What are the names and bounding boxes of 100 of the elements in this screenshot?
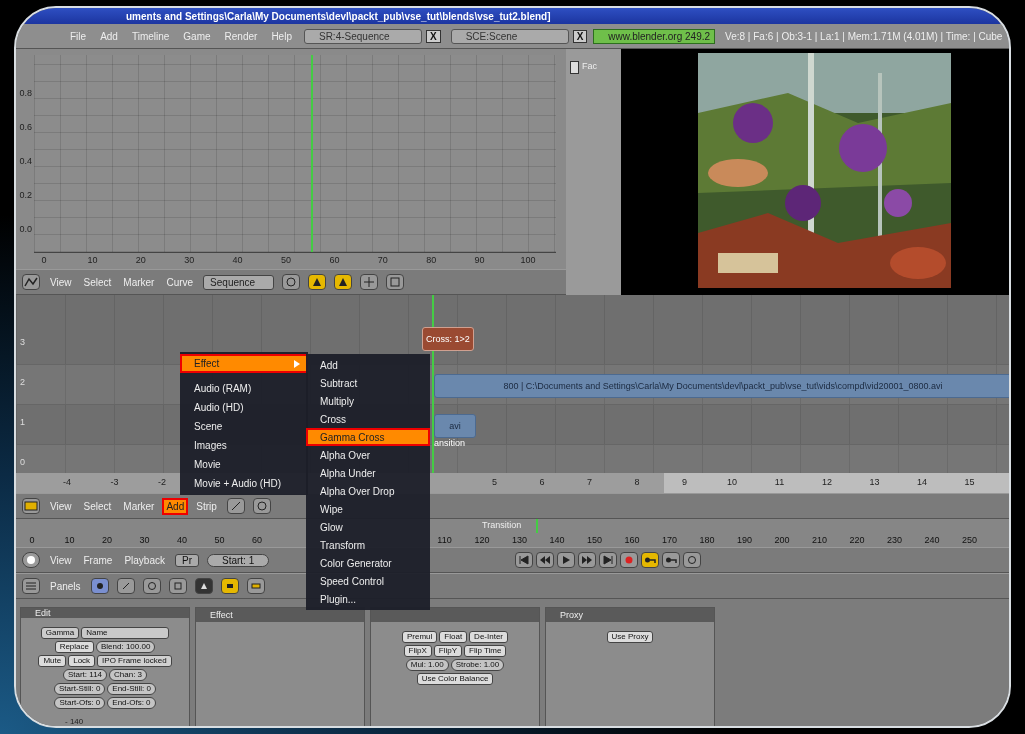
panel-button[interactable]: Lock [68, 655, 96, 667]
object-icon[interactable] [168, 578, 187, 594]
menu-item[interactable]: View [48, 499, 74, 513]
editor-type-icon[interactable] [22, 274, 40, 290]
editor-type-icon[interactable] [22, 498, 40, 514]
number-field[interactable]: Start: 114 [62, 669, 108, 681]
axis-tick-label: 70 [377, 255, 388, 265]
menu-item[interactable]: Marker [121, 499, 157, 513]
delete-button[interactable]: X [425, 29, 441, 43]
menu-item[interactable]: Select [81, 499, 114, 513]
delete-button[interactable]: X [572, 29, 588, 43]
menu-item[interactable]: Movie [180, 455, 308, 474]
menu-item[interactable]: Color Generator [306, 554, 430, 572]
key-icon[interactable] [662, 552, 681, 568]
menu-item[interactable]: Alpha Over [306, 446, 430, 464]
panel-button[interactable]: Replace [54, 641, 94, 653]
menu-item[interactable]: Strip [194, 499, 219, 513]
menu-item[interactable]: Playback [122, 553, 167, 567]
block-type-dropdown[interactable]: Sequence [203, 274, 275, 290]
number-field[interactable]: Mul: 1.00 [405, 659, 449, 671]
panel-button[interactable]: Premul [401, 631, 438, 643]
number-field[interactable]: Chan: 3 [109, 669, 148, 681]
panel-button[interactable]: Float [439, 631, 468, 643]
rewind-icon[interactable] [536, 552, 555, 568]
axis-tick-label: 100 [520, 255, 536, 265]
render-icon[interactable] [220, 578, 239, 594]
frame-number: 0 [28, 535, 36, 545]
number-field[interactable]: End-Still: 0 [107, 683, 156, 695]
axis-tick-label: 0 [41, 255, 47, 265]
play-icon[interactable] [557, 552, 576, 568]
shading-icon[interactable] [142, 578, 161, 594]
jump-end-icon[interactable] [599, 552, 618, 568]
menu-item[interactable]: Add [306, 356, 430, 374]
number-field[interactable]: Start-Ofs: 0 [54, 697, 106, 709]
panel-button[interactable]: Mute [38, 655, 67, 667]
panel-button[interactable]: De-Inter [469, 631, 508, 643]
channel-checkbox[interactable] [570, 61, 579, 74]
menu-item[interactable]: Subtract [306, 374, 430, 392]
menu-item[interactable]: Cross [306, 410, 430, 428]
panel-title[interactable]: Proxy [560, 610, 583, 620]
menu-item[interactable]: View [48, 553, 74, 567]
sync-icon[interactable] [683, 552, 702, 568]
number-field[interactable]: Blend: 100.00 [96, 641, 156, 653]
panel-button[interactable]: Use Proxy [606, 631, 654, 643]
editor-type-icon[interactable] [22, 552, 40, 568]
menu-item[interactable]: Plugin... [306, 590, 430, 608]
jump-start-icon[interactable] [515, 552, 534, 568]
number-field[interactable]: Strobe: 1.00 [450, 659, 505, 671]
menu-item[interactable]: Alpha Under [306, 464, 430, 482]
panel-title[interactable]: Effect [210, 610, 233, 620]
key-icon[interactable] [641, 552, 660, 568]
scene-icon[interactable] [194, 578, 213, 594]
menu-item[interactable]: Curve [164, 275, 196, 289]
logic-icon[interactable] [90, 578, 109, 594]
menu-item[interactable]: Audio (RAM) [180, 379, 308, 398]
panel-button[interactable]: FlipX [403, 645, 432, 657]
menu-item[interactable]: Transform [306, 536, 430, 554]
menu-item[interactable]: Movie + Audio (HD) [180, 474, 308, 493]
channel-number: 2 [20, 377, 25, 387]
menu-item[interactable]: Scene [180, 417, 308, 436]
sequencer-icon[interactable] [246, 578, 265, 594]
menu-item[interactable]: View [48, 275, 74, 289]
panel-title[interactable]: Edit [35, 608, 51, 618]
menu-item[interactable]: Frame [81, 553, 115, 567]
number-field[interactable]: End-Ofs: 0 [107, 697, 156, 709]
selector-field[interactable]: SR:4-Sequence [303, 28, 422, 44]
menu-item[interactable]: Glow [306, 518, 430, 536]
view-icon[interactable] [386, 274, 405, 290]
menu-item[interactable]: Alpha Over Drop [306, 482, 430, 500]
selector-field[interactable]: SCE:Scene [450, 28, 569, 44]
menu-item[interactable]: Audio (HD) [180, 398, 308, 417]
axis-tick-label: 0.2 [19, 189, 32, 201]
preview-range-button[interactable]: Pr [175, 553, 199, 567]
panel-button[interactable]: FlipY [433, 645, 462, 657]
name-field[interactable]: Name [81, 627, 170, 639]
zoom-icon[interactable] [360, 274, 379, 290]
toggle-button[interactable]: IPO Frame locked [97, 655, 172, 667]
menu-item[interactable]: Select [81, 275, 114, 289]
frame-number: 7 [586, 477, 593, 487]
version-label[interactable]: www.blender.org 249.2 [593, 28, 716, 44]
view-icon[interactable] [226, 498, 245, 514]
record-icon[interactable] [620, 552, 639, 568]
menu-item[interactable]: Effect [180, 354, 308, 373]
menu-item[interactable]: Speed Control [306, 572, 430, 590]
start-frame-field[interactable]: Start: 1 [207, 553, 270, 567]
movie-strip[interactable]: avi [434, 414, 476, 438]
panel-button[interactable]: Flip Time [464, 645, 507, 657]
frame-number: 170 [661, 535, 678, 545]
movie-strip[interactable]: 800 | C:\Documents and Settings\Carla\My Documents\devl\packt_pub\vse_tut\vids\compd\vid20001_0800.avi [434, 374, 1009, 398]
menu-item[interactable]: Wipe [306, 500, 430, 518]
fast-forward-icon[interactable] [578, 552, 597, 568]
script-icon[interactable] [116, 578, 135, 594]
panel-button[interactable]: Use Color Balance [416, 673, 494, 685]
menu-item[interactable]: Marker [121, 275, 157, 289]
menu-item[interactable]: Gamma Cross [306, 428, 430, 446]
menu-item[interactable]: Multiply [306, 392, 430, 410]
effect-strip[interactable]: Cross: 1>2 [422, 327, 474, 351]
menu-item[interactable]: Images [180, 436, 308, 455]
menu-item[interactable]: Add [164, 499, 187, 513]
number-field[interactable]: Start-Still: 0 [54, 683, 106, 695]
